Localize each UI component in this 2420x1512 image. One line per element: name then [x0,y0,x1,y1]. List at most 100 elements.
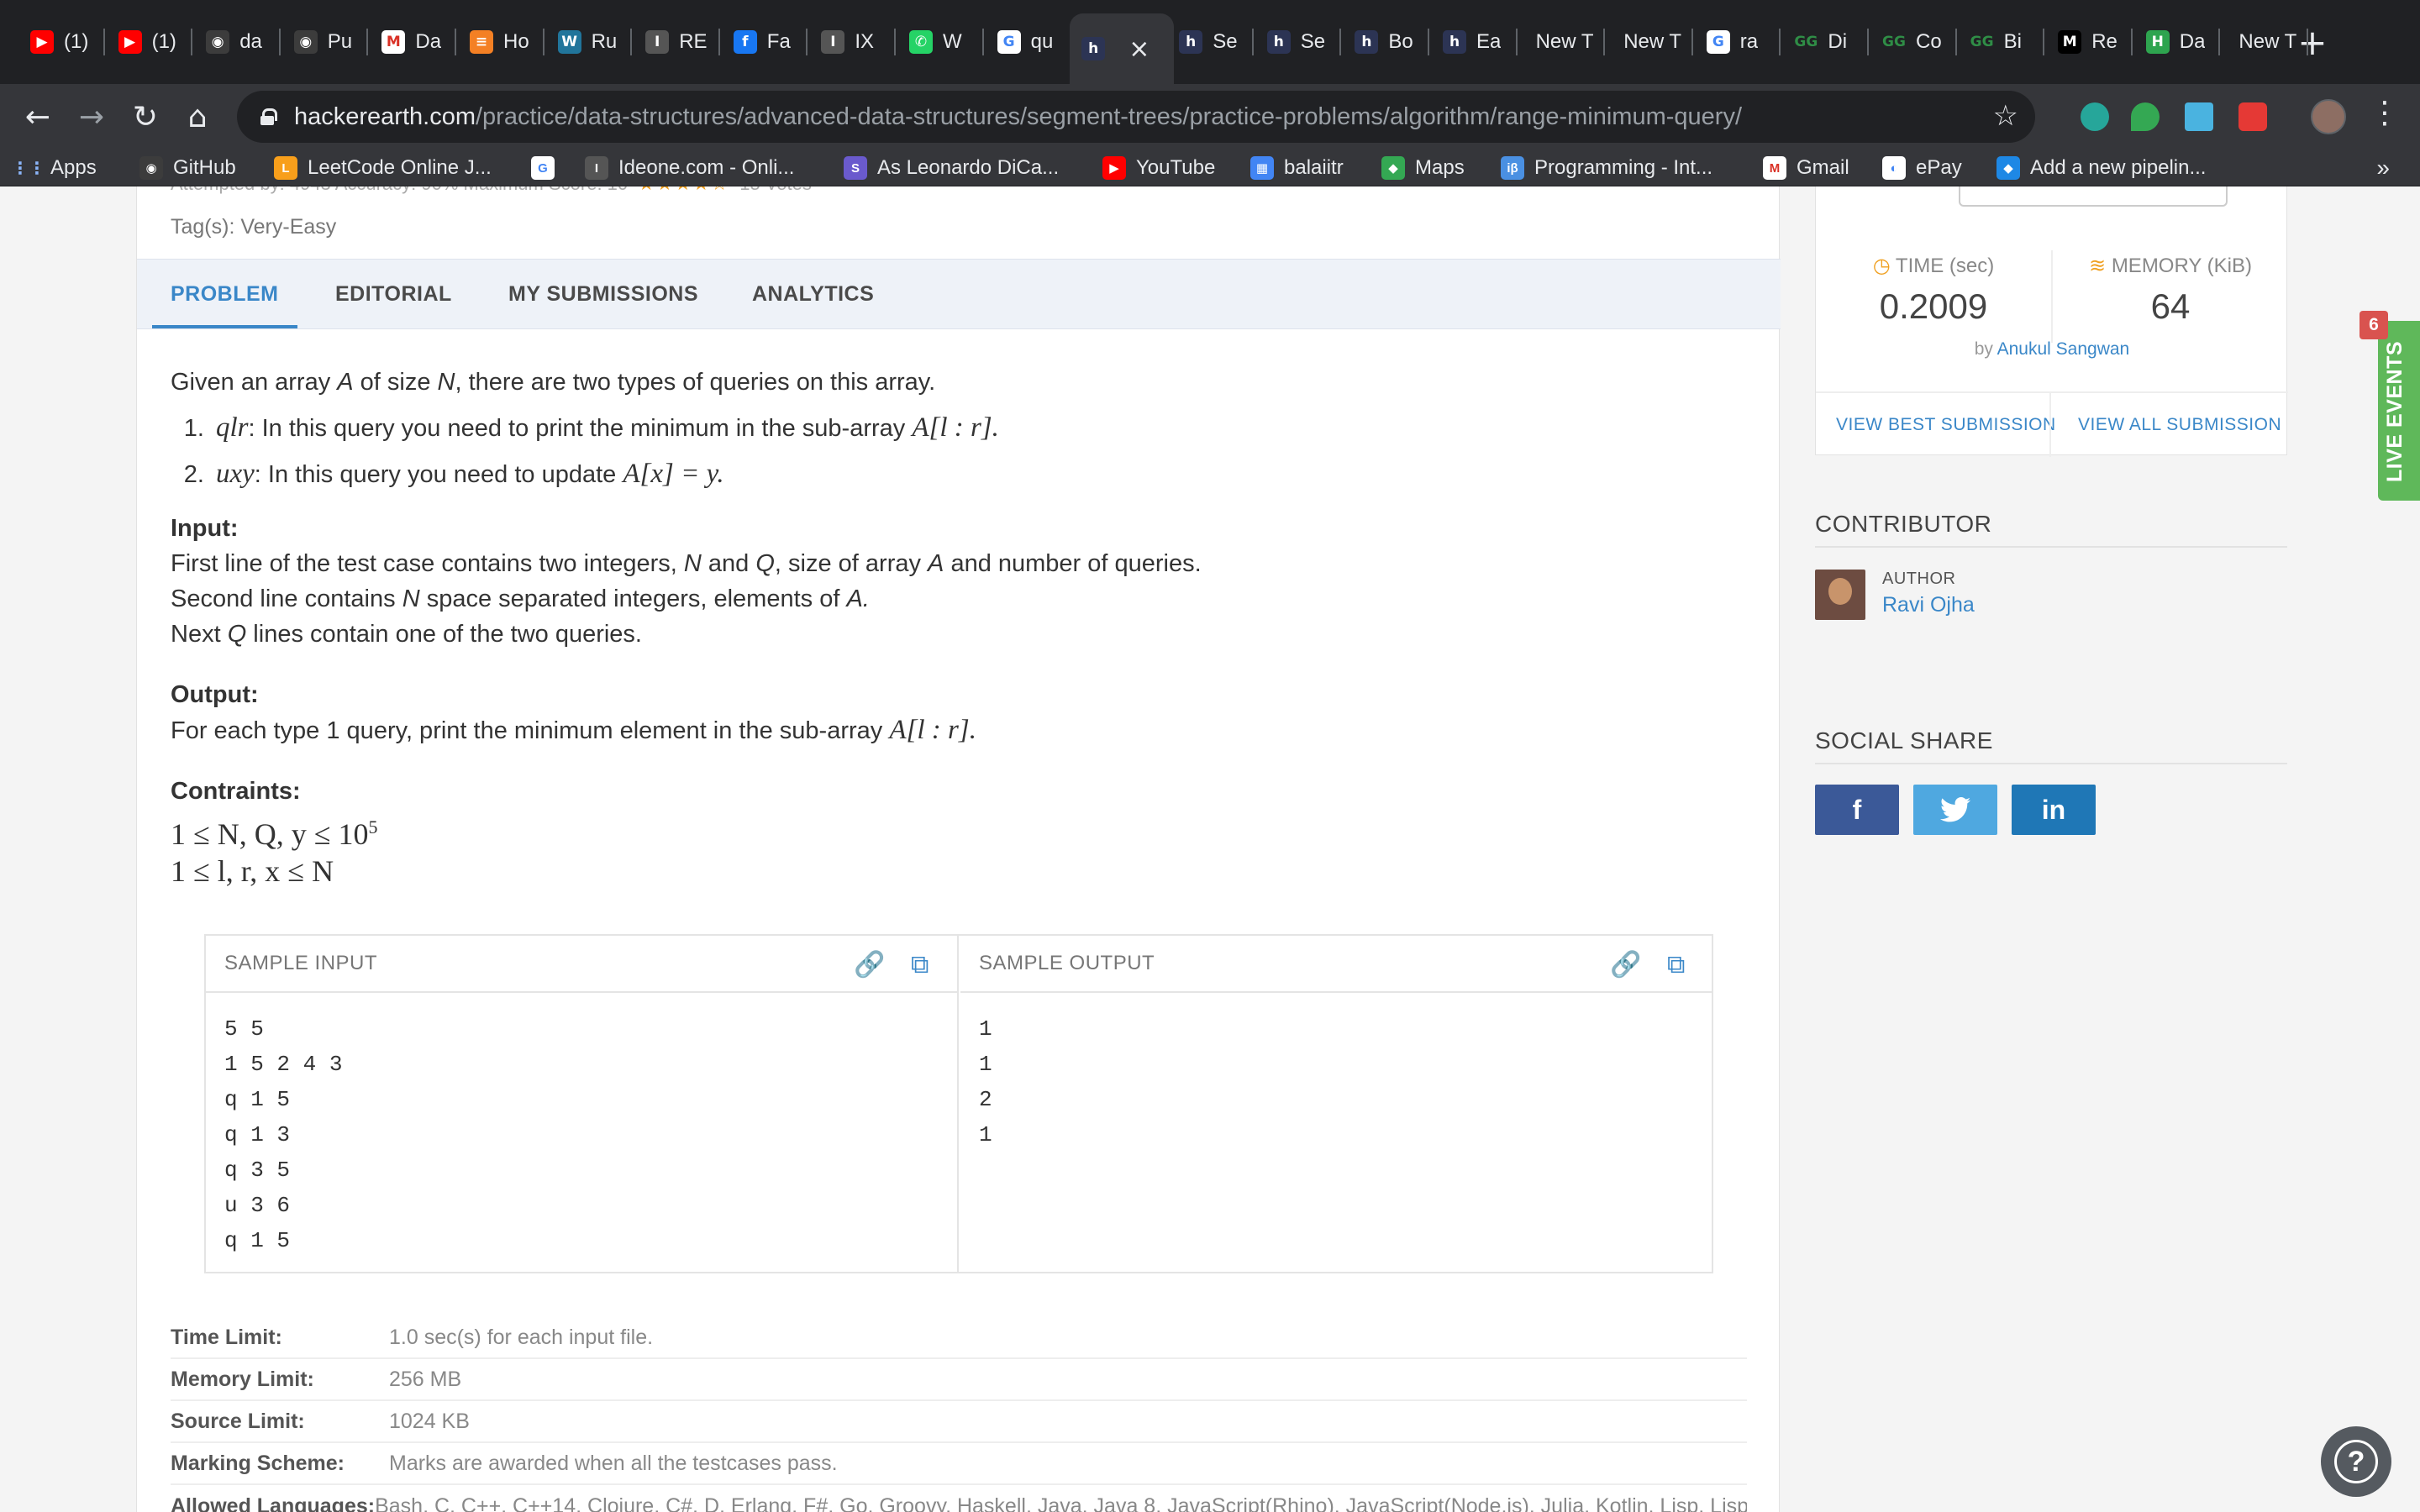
avatar[interactable] [1815,570,1865,620]
copy-icon[interactable]: ⧉ [1661,949,1691,979]
bookmark-label: GitHub [173,156,236,179]
tab-title: Fa [766,30,791,53]
tab-title: Co [1916,30,1942,53]
browser-tab[interactable]: h Se [1167,17,1250,67]
stackoverflow-icon: ≡ [470,30,493,54]
view-best-submission-link[interactable]: VIEW BEST SUBMISSION [1836,393,2056,457]
browser-tab[interactable]: GG Di [1782,17,1865,67]
sample-input-panel: SAMPLE INPUT 🔗 ⧉ 5 5 1 5 2 4 3 q 1 5 q 1… [206,936,959,1272]
browser-tab[interactable]: ▶ (1) [18,17,102,67]
home-button[interactable]: ⌂ [176,96,218,138]
tab-analytics[interactable]: ANALYTICS [752,260,874,328]
tab-editorial[interactable]: EDITORIAL [335,260,452,328]
close-tab-icon[interactable]: × [1128,34,1150,64]
view-all-submission-link[interactable]: VIEW ALL SUBMISSION [2078,393,2281,457]
bookmark-star-icon[interactable]: ☆ [1993,99,2018,133]
tab-separator [1954,29,1957,55]
gmail-icon: M [1763,156,1786,180]
bookmarks-overflow-icon[interactable]: » [2376,155,2390,181]
tab-my-submissions[interactable]: MY SUBMISSIONS [508,260,698,328]
table-row: Memory Limit: 256 MB [171,1359,1747,1401]
extension-code-icon[interactable] [2238,102,2267,131]
link-icon[interactable]: 🔗 [854,949,885,979]
extension-icon[interactable] [2081,102,2109,131]
bookmark-item[interactable]: ⋮⋮ Apps [12,153,97,183]
browser-tab[interactable]: f Fa [722,17,805,67]
browser-tab[interactable]: M Da [370,17,453,67]
live-events-tab[interactable]: LIVE EVENTS [2378,321,2420,501]
browser-tab[interactable]: W Ru [546,17,629,67]
problem-statement: Given an array A of size N, there are tw… [171,363,1733,890]
address-bar[interactable]: hackerearth.com/practice/data-structures… [237,91,2035,143]
link-icon[interactable]: 🔗 [1610,949,1641,979]
clock-icon: ◷ [1872,254,1891,277]
browser-tab[interactable]: h Se [1255,17,1339,67]
browser-tab[interactable]: ◉ da [194,17,277,67]
tab-problem[interactable]: PROBLEM [152,260,297,328]
tab-separator [1603,29,1606,55]
submission-author-link[interactable]: Anukul Sangwan [1997,339,2130,359]
rating-stars[interactable]: ★★★★☆ [638,186,729,194]
bookmark-item[interactable]: L LeetCode Online J... [274,153,492,183]
help-button[interactable]: ? [2321,1426,2391,1497]
bookmark-item[interactable]: S As Leonardo DiCa... [844,153,1059,183]
browser-tab[interactable]: I IX [809,17,892,67]
facebook-share-button[interactable]: f [1815,785,1899,835]
sample-output-label: SAMPLE OUTPUT [979,952,1155,974]
bookmark-label: ePay [1916,156,1962,179]
table-row: Source Limit: 1024 KB [171,1401,1747,1443]
browser-tab[interactable]: ◉ Pu [282,17,366,67]
bookmark-item[interactable]: ◉ GitHub [139,153,236,183]
browser-tab[interactable]: GG Bi [1959,17,2042,67]
extension-chat-icon[interactable] [2131,102,2160,131]
twitter-share-button[interactable] [1913,785,1997,835]
input-line: Second line contains N space separated i… [171,585,870,612]
browser-tab[interactable]: h Ea [1431,17,1514,67]
tab-title: qu [1030,30,1054,53]
browser-tab[interactable]: New T [1607,17,1690,67]
calendar-icon: ▦ [1250,156,1274,180]
browser-tab[interactable]: Gra [1695,17,1778,67]
browser-tab[interactable]: I RE [634,17,717,67]
bookmark-item[interactable]: I Ideone.com - Onli... [585,153,794,183]
google-icon: G [531,156,555,180]
browser-tab[interactable]: ▶ (1) [107,17,190,67]
bookmark-item[interactable]: iβ Programming - Int... [1501,153,1712,183]
linkedin-share-button[interactable]: in [2012,785,2096,835]
sample-input-text: 5 5 1 5 2 4 3 q 1 5 q 1 3 q 3 5 u 3 6 q … [224,1016,343,1253]
bookmark-label: Maps [1415,156,1465,179]
browser-tab[interactable]: ≡ Ho [458,17,541,67]
reload-button[interactable]: ↻ [124,96,166,138]
bookmark-item[interactable]: ▶ YouTube [1102,153,1215,183]
bookmark-item[interactable]: ▦ balaiitr [1250,153,1344,183]
forward-button[interactable]: → [71,96,113,138]
browser-tab[interactable]: ✆ W [897,17,981,67]
browser-menu-icon[interactable]: ⋮ [2370,96,2400,130]
problem-intro: Given an array A of size N, there are tw… [171,369,936,396]
browser-tab[interactable]: New T [2222,17,2305,67]
epay-icon: ◐ [1882,156,1906,180]
browser-toolbar: ← → ↻ ⌂ hackerearth.com/practice/data-st… [0,84,2420,150]
profile-avatar[interactable] [2311,99,2346,134]
bookmark-item[interactable]: ◐ ePay [1882,153,1962,183]
extension-bookmark-icon[interactable] [2185,102,2213,131]
browser-tab[interactable]: h Bo [1343,17,1426,67]
author-name-link[interactable]: Ravi Ojha [1882,593,1975,617]
browser-tab[interactable]: M Re [2046,17,2129,67]
bookmark-item[interactable]: ◆ Maps [1381,153,1465,183]
browser-tab[interactable]: New T [1519,17,1602,67]
tab-separator [2130,29,2133,55]
copy-icon[interactable]: ⧉ [905,949,935,979]
bookmark-item[interactable]: G [531,153,555,183]
bookmark-label: Apps [50,156,97,179]
ideone-icon: I [645,30,670,54]
bookmark-item[interactable]: ◆ Add a new pipelin... [1996,153,2206,183]
browser-tab[interactable]: Gqu [986,17,1069,67]
language-select[interactable] [1959,186,2228,207]
browser-tab[interactable]: H Da [2134,17,2217,67]
browser-tab[interactable]: GG Co [1870,17,1954,67]
back-button[interactable]: ← [17,96,59,138]
bookmark-label: Gmail [1797,156,1849,179]
bookmark-item[interactable]: M Gmail [1763,153,1849,183]
browser-tab[interactable]: h × [1070,13,1175,84]
